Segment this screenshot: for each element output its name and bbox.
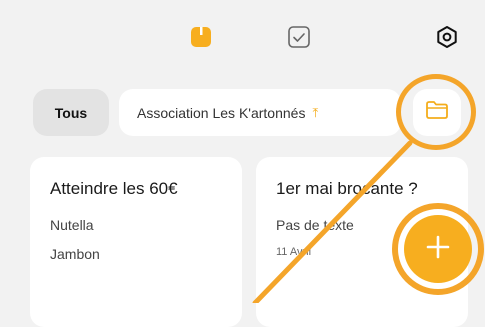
note-title: Atteindre les 60€	[50, 179, 178, 198]
filter-all-chip[interactable]: Tous	[33, 89, 109, 136]
notes-icon[interactable]	[186, 22, 216, 52]
filter-all-label: Tous	[54, 104, 88, 121]
settings-icon[interactable]	[432, 22, 462, 52]
note-line: Nutella	[50, 217, 94, 233]
add-note-button[interactable]	[404, 215, 472, 283]
note-card-1[interactable]: Atteindre les 60€ Nutella Jambon	[30, 157, 242, 327]
association-filter-chip[interactable]: Association Les K'artonnés ⤒	[119, 89, 401, 136]
sort-icon: ⤒	[312, 104, 319, 120]
checklist-icon[interactable]	[284, 22, 314, 52]
association-label: Association Les K'artonnés	[137, 104, 306, 121]
plus-icon	[425, 234, 451, 265]
note-title: 1er mai brocante ?	[276, 179, 418, 198]
folder-highlight-ring	[396, 74, 476, 150]
note-line: Jambon	[50, 246, 100, 262]
